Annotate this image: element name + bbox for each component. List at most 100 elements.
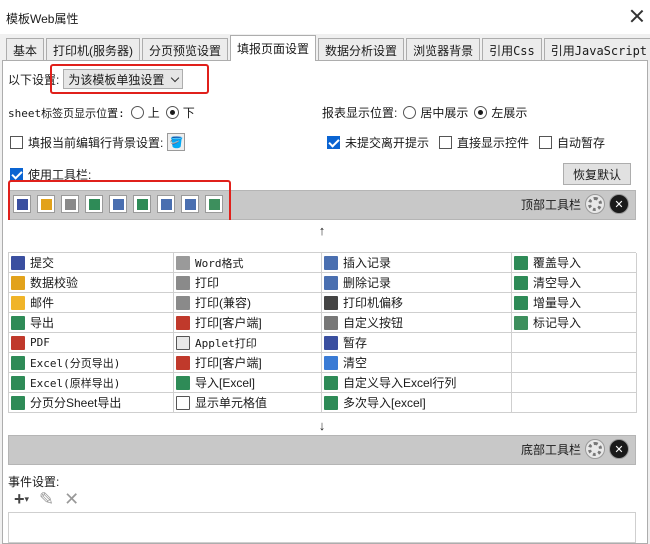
toolbar-option[interactable]: 显示单元格值	[174, 393, 322, 413]
restore-default-button[interactable]: 恢复默认	[563, 163, 631, 185]
sheet-position-label: sheet标签页显示位置:	[8, 106, 125, 120]
sheet-bottom-label: 下	[182, 106, 195, 120]
toolbar-option[interactable]: 打印[客户端]	[174, 313, 322, 333]
sheet-bottom-radio[interactable]	[165, 106, 179, 119]
tab-7[interactable]: 引用JavaScript	[543, 38, 650, 61]
toolbar-option[interactable]: 增量导入	[512, 293, 637, 313]
direct-display-label: 直接显示控件	[457, 136, 530, 150]
toolbar-option[interactable]: 导出	[9, 313, 174, 333]
edit-icon[interactable]: ✎	[39, 489, 54, 510]
toolbar-option-label: Applet打印	[195, 336, 257, 350]
chevron-down-icon[interactable]: ▾	[25, 494, 30, 505]
events-label: 事件设置:	[8, 475, 60, 489]
toolbar-option[interactable]: PDF	[9, 333, 174, 353]
gear-icon[interactable]	[585, 439, 605, 459]
toolbar-option[interactable]: 数据校验	[9, 273, 174, 293]
toolbar-option-label: 标记导入	[533, 316, 582, 330]
toolbar-option-label: 自定义导入Excel行列	[343, 376, 457, 390]
mail-icon	[11, 295, 25, 310]
move-down-arrow[interactable]: ↓	[8, 415, 636, 435]
toolbar-option[interactable]: 打印	[174, 273, 322, 293]
word-icon	[176, 255, 190, 270]
empty-cell	[512, 393, 637, 413]
toolbar-option[interactable]: 提交	[9, 253, 174, 273]
toolbar-option-label: Excel(原样导出)	[30, 376, 121, 390]
submit-icon	[11, 255, 25, 270]
mark-import-icon	[514, 315, 528, 330]
excel-icon	[11, 395, 25, 410]
toolbar-option[interactable]: Excel(原样导出)	[9, 373, 174, 393]
tab-1[interactable]: 打印机(服务器)	[46, 38, 141, 61]
excel-icon	[514, 255, 528, 270]
toolbar-option-label: 打印[客户端]	[195, 356, 262, 370]
excel-icon	[11, 375, 25, 390]
pdf-icon	[11, 335, 25, 350]
move-up-arrow[interactable]: ↑	[8, 220, 636, 240]
toolbar-option[interactable]: 打印机偏移	[322, 293, 512, 313]
toolbar-option[interactable]: 导入[Excel]	[174, 373, 322, 393]
bottom-toolbar-label: 底部工具栏	[520, 442, 581, 457]
toolbar-option[interactable]: 删除记录	[322, 273, 512, 293]
gear-icon	[324, 315, 338, 330]
excel-icon	[324, 395, 338, 410]
toolbar-option[interactable]: 覆盖导入	[512, 253, 637, 273]
bottom-toolbar: 底部工具栏 ✕	[8, 435, 636, 465]
autosave-checkbox[interactable]	[539, 136, 553, 149]
toolbar-option[interactable]: 标记导入	[512, 313, 637, 333]
tab-2[interactable]: 分页预览设置	[142, 38, 229, 61]
close-icon[interactable]: ✕	[609, 439, 629, 459]
toolbar-option-label: 邮件	[30, 296, 55, 310]
bg-checkbox[interactable]	[10, 135, 23, 149]
toolbar-option[interactable]: 分页分Sheet导出	[9, 393, 174, 413]
bg-row: 填报当前编辑行背景设置: 🪣	[10, 133, 186, 151]
toolbar-option[interactable]: 清空导入	[512, 273, 637, 293]
toolbar-option-label: 显示单元格值	[195, 396, 268, 410]
toolbar-option[interactable]: 多次导入[excel]	[322, 393, 512, 413]
report-left-radio[interactable]	[474, 106, 488, 119]
excel-icon	[11, 355, 25, 370]
toolbar-option[interactable]: Excel(分页导出)	[9, 353, 174, 373]
export-icon	[11, 315, 25, 330]
tab-4[interactable]: 数据分析设置	[318, 38, 405, 61]
empty-cell	[512, 353, 637, 373]
toolbar-option-label: PDF	[30, 336, 50, 349]
excel-icon	[176, 375, 190, 390]
gear-icon[interactable]	[585, 194, 605, 214]
excel-icon	[514, 275, 528, 290]
unsubmitted-checkbox[interactable]	[327, 136, 340, 149]
tab-bar: 基本 打印机(服务器) 分页预览设置 填报页面设置 数据分析设置 浏览器背景 引用Css 引用…	[6, 35, 650, 61]
toolbar-option[interactable]: 打印[客户端]	[174, 353, 322, 373]
report-position-row: 报表显示位置: 居中展示 左展示	[322, 104, 527, 121]
toolbar-option[interactable]: 清空	[322, 353, 512, 373]
toolbar-option[interactable]: Applet打印	[174, 333, 322, 353]
close-icon[interactable]: ✕	[609, 194, 629, 214]
toolbar-option[interactable]: 邮件	[9, 293, 174, 313]
highlight-box	[50, 64, 209, 94]
toolbar-option-label: Word格式	[195, 256, 244, 270]
toolbar-option[interactable]: Word格式	[174, 253, 322, 273]
report-center-radio[interactable]	[403, 106, 417, 119]
direct-display-checkbox[interactable]	[439, 136, 453, 149]
toolbar-option[interactable]: 打印(兼容)	[174, 293, 322, 313]
sheet-top-radio[interactable]	[130, 106, 144, 119]
empty-cell	[512, 373, 637, 393]
toolbar-option[interactable]: 插入记录	[322, 253, 512, 273]
toolbar-option-label: 分页分Sheet导出	[30, 396, 122, 410]
toolbar-option-label: 提交	[30, 256, 55, 270]
tab-0[interactable]: 基本	[6, 38, 45, 61]
tab-3[interactable]: 填报页面设置	[230, 35, 317, 61]
print-icon	[176, 275, 190, 290]
toolbar-option[interactable]: 自定义导入Excel行列	[322, 373, 512, 393]
paint-bucket-icon[interactable]: 🪣	[167, 133, 186, 151]
toolbar-option[interactable]: 自定义按钮	[322, 313, 512, 333]
excel-icon	[514, 295, 528, 310]
close-icon[interactable]	[630, 9, 644, 23]
sheet-position-row: sheet标签页显示位置: 上 下	[8, 104, 195, 121]
tab-6[interactable]: 引用Css	[482, 38, 542, 61]
toolbar-option[interactable]: 暂存	[322, 333, 512, 353]
insert-row-icon	[324, 255, 338, 270]
add-icon[interactable]: +	[14, 489, 25, 510]
events-list	[8, 512, 636, 543]
delete-icon[interactable]: ✕	[64, 489, 79, 510]
tab-5[interactable]: 浏览器背景	[406, 38, 481, 61]
